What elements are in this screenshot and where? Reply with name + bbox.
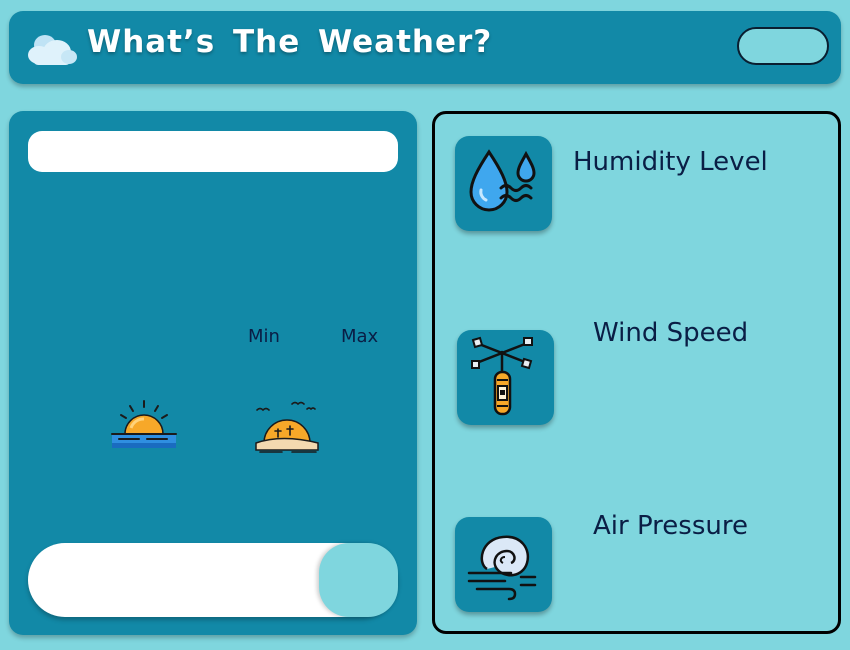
anemometer-icon [471,336,533,416]
max-label: Max [341,326,379,347]
location-input[interactable] [28,131,398,172]
sunrise-icon [111,400,177,448]
humidity-icon [469,149,536,212]
metric-label-wind-speed: Wind Speed [593,318,749,348]
sunset-icon [255,401,319,453]
search-button[interactable] [319,543,398,617]
toggle-switch[interactable] [737,27,829,65]
app-title: What’s The Weather? [87,24,493,60]
air-pressure-icon [467,535,537,601]
wind-speed-tile [457,330,554,425]
search-bar[interactable] [28,543,398,617]
weather-panel: Min Max [9,111,417,635]
air-pressure-tile [455,517,552,612]
humidity-tile [455,136,552,231]
metric-label-air-pressure: Air Pressure [593,511,748,541]
app-header: What’s The Weather? [9,11,841,84]
min-label: Min [248,326,280,347]
cloud-icon [28,35,77,65]
metrics-panel: Humidity Level Wind Speed Air Pressure [432,111,841,634]
metric-label-humidity: Humidity Level [573,147,768,177]
